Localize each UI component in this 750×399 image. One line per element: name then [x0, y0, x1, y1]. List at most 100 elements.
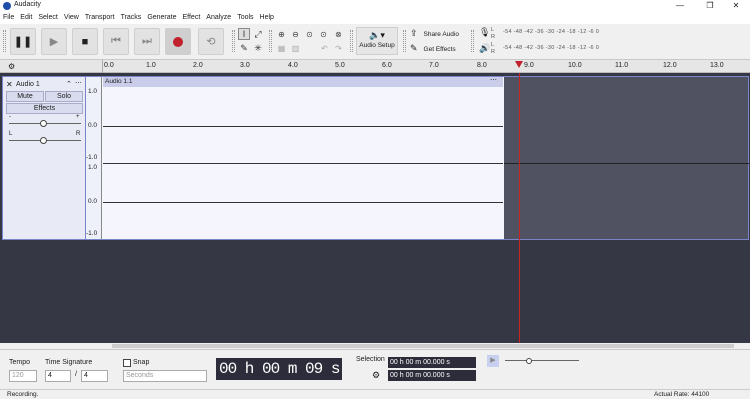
play-speed-thumb[interactable]	[526, 358, 532, 364]
record-icon	[173, 36, 183, 47]
scrollbar-thumb[interactable]	[112, 344, 734, 348]
trim-icon[interactable]: ▦	[275, 42, 288, 54]
menu-edit[interactable]: Edit	[17, 12, 35, 24]
tick-label: 3.0	[240, 62, 250, 69]
pause-button[interactable]: ❚❚	[10, 28, 36, 55]
solo-button[interactable]: Solo	[45, 91, 83, 102]
maximize-button[interactable]: ❐	[696, 0, 724, 12]
play-at-speed-button[interactable]: ▶	[487, 355, 499, 367]
mute-button[interactable]: Mute	[6, 91, 44, 102]
play-speed-slider[interactable]	[505, 360, 579, 361]
share-audio-button[interactable]: ⇪ Share Audio	[410, 27, 466, 40]
record-meter-scale[interactable]: -54 -48 -42 -36 -30 -24 -18 -12 -6 0	[503, 29, 599, 35]
menu-tools[interactable]: Tools	[234, 12, 256, 24]
play-button[interactable]: ▶	[41, 28, 67, 55]
tools-grip[interactable]	[232, 30, 235, 52]
loop-button[interactable]: ⟲	[198, 28, 224, 55]
scale-label: 0.0	[88, 198, 98, 205]
waveform-channel-right	[103, 202, 503, 203]
timeline-ruler[interactable]: ⚙ 0.0 1.0 2.0 3.0 4.0 5.0 6.0 7.0 8.0 9.…	[0, 60, 750, 73]
snap-mode-select[interactable]: Seconds	[123, 370, 207, 382]
menu-tracks[interactable]: Tracks	[118, 12, 145, 24]
menu-help[interactable]: Help	[257, 12, 277, 24]
scale-label: 1.0	[88, 164, 98, 171]
share-audio-label: Share Audio	[423, 31, 459, 38]
menu-select[interactable]: Select	[35, 12, 60, 24]
fit-project-icon[interactable]: ⊙	[317, 28, 330, 40]
amplitude-scale: 1.0 0.0 -1.0 1.0 0.0 -1.0	[86, 77, 102, 239]
close-track-icon[interactable]: ✕	[6, 80, 13, 89]
clip-name[interactable]: Audio 1.1	[105, 78, 132, 85]
channel-divider	[504, 163, 749, 164]
effects-button[interactable]: Effects	[6, 103, 83, 114]
meter-right-label: R	[491, 34, 496, 40]
tempo-input[interactable]: 120	[9, 370, 37, 382]
tick-label: 8.0	[477, 62, 487, 69]
draw-tool-icon[interactable]: ✎	[238, 42, 250, 54]
menu-analyze[interactable]: Analyze	[203, 12, 234, 24]
zoom-out-icon[interactable]: ⊖	[289, 28, 302, 40]
waveform-channel-left	[103, 126, 503, 127]
audio-setup-button[interactable]: 🔈▾ Audio Setup	[356, 27, 398, 55]
skip-start-button[interactable]: ⏮	[103, 28, 129, 55]
selection-tool-icon[interactable]: I	[238, 28, 250, 40]
menu-transport[interactable]: Transport	[82, 12, 118, 24]
playhead-marker-icon[interactable]	[515, 61, 523, 68]
redo-icon[interactable]: ↷	[332, 42, 345, 54]
gain-min-label: -	[9, 114, 11, 120]
mic-icon[interactable]: 🎙	[479, 27, 490, 38]
pan-slider-thumb[interactable]	[40, 137, 47, 144]
snap-checkbox[interactable]	[123, 359, 131, 367]
envelope-tool-icon[interactable]: ⤢	[252, 28, 264, 40]
undo-icon[interactable]: ↶	[318, 42, 331, 54]
status-bar: Recording. Actual Rate: 44100	[0, 389, 750, 399]
selection-start[interactable]: 00 h 00 m 00.000 s	[388, 357, 476, 368]
menu-file[interactable]: File	[0, 12, 17, 24]
selection-settings-icon[interactable]: ⚙	[372, 370, 380, 381]
zoom-toggle-icon[interactable]: ⊗	[332, 28, 345, 40]
gain-max-label: +	[76, 114, 80, 120]
tick-label: 11.0	[615, 62, 629, 69]
collapse-icon[interactable]: ⌃	[66, 80, 72, 88]
clip-menu-icon[interactable]: ⋯	[490, 76, 497, 84]
share-icon: ⇪	[410, 28, 418, 38]
play-meter-right-label: R	[491, 49, 496, 55]
track-name[interactable]: Audio 1	[16, 81, 40, 88]
audio-clip[interactable]: 1.0 0.0 -1.0 1.0 0.0 -1.0 Audio 1.1 ⋯	[86, 76, 504, 240]
track-menu-icon[interactable]: ⋯	[75, 79, 82, 87]
share-grip[interactable]	[403, 30, 406, 52]
fit-selection-icon[interactable]: ⊙	[303, 28, 316, 40]
play-meter-scale[interactable]: -54 -48 -42 -36 -30 -24 -18 -12 -6 0	[503, 45, 599, 51]
snap-label: Snap	[133, 359, 150, 366]
timesig-denominator[interactable]: 4	[81, 370, 108, 382]
menu-effect[interactable]: Effect	[180, 12, 204, 24]
track-control-panel[interactable]: ✕ Audio 1 ⌃ ⋯ Mute Solo Effects - + L R	[2, 76, 86, 240]
tick-label: 6.0	[382, 62, 392, 69]
time-display[interactable]: 00 h 00 m 09 s	[216, 358, 342, 380]
close-button[interactable]: ✕	[722, 0, 750, 12]
window-title: Audacity	[14, 1, 41, 8]
speaker-meter-icon[interactable]: 🔊	[479, 43, 490, 54]
zoom-in-icon[interactable]: ⊕	[275, 28, 288, 40]
record-button[interactable]	[165, 28, 191, 55]
get-effects-button[interactable]: ✎ Get Effects	[410, 42, 466, 55]
meter-grip[interactable]	[471, 30, 474, 52]
channel-divider	[103, 163, 503, 164]
empty-track-region[interactable]	[504, 76, 749, 240]
minimize-button[interactable]: —	[666, 0, 694, 12]
menu-view[interactable]: View	[61, 12, 82, 24]
silence-icon[interactable]: ▥	[289, 42, 302, 54]
audacity-logo-icon	[3, 2, 11, 10]
selection-end[interactable]: 00 h 00 m 00.000 s	[388, 370, 476, 381]
audio-setup-grip[interactable]	[350, 30, 353, 52]
multi-tool-icon[interactable]: ✳	[252, 42, 264, 54]
stop-button[interactable]: ■	[72, 28, 98, 55]
gain-slider-thumb[interactable]	[40, 120, 47, 127]
clip-header[interactable]: Audio 1.1 ⋯	[103, 77, 503, 87]
timesig-numerator[interactable]: 4	[45, 370, 71, 382]
skip-end-button[interactable]: ⏭	[134, 28, 160, 55]
toolbar-grip[interactable]	[3, 30, 6, 52]
timeline-settings-icon[interactable]: ⚙	[8, 62, 15, 71]
menu-generate[interactable]: Generate	[144, 12, 179, 24]
edit-grip[interactable]	[269, 30, 272, 52]
